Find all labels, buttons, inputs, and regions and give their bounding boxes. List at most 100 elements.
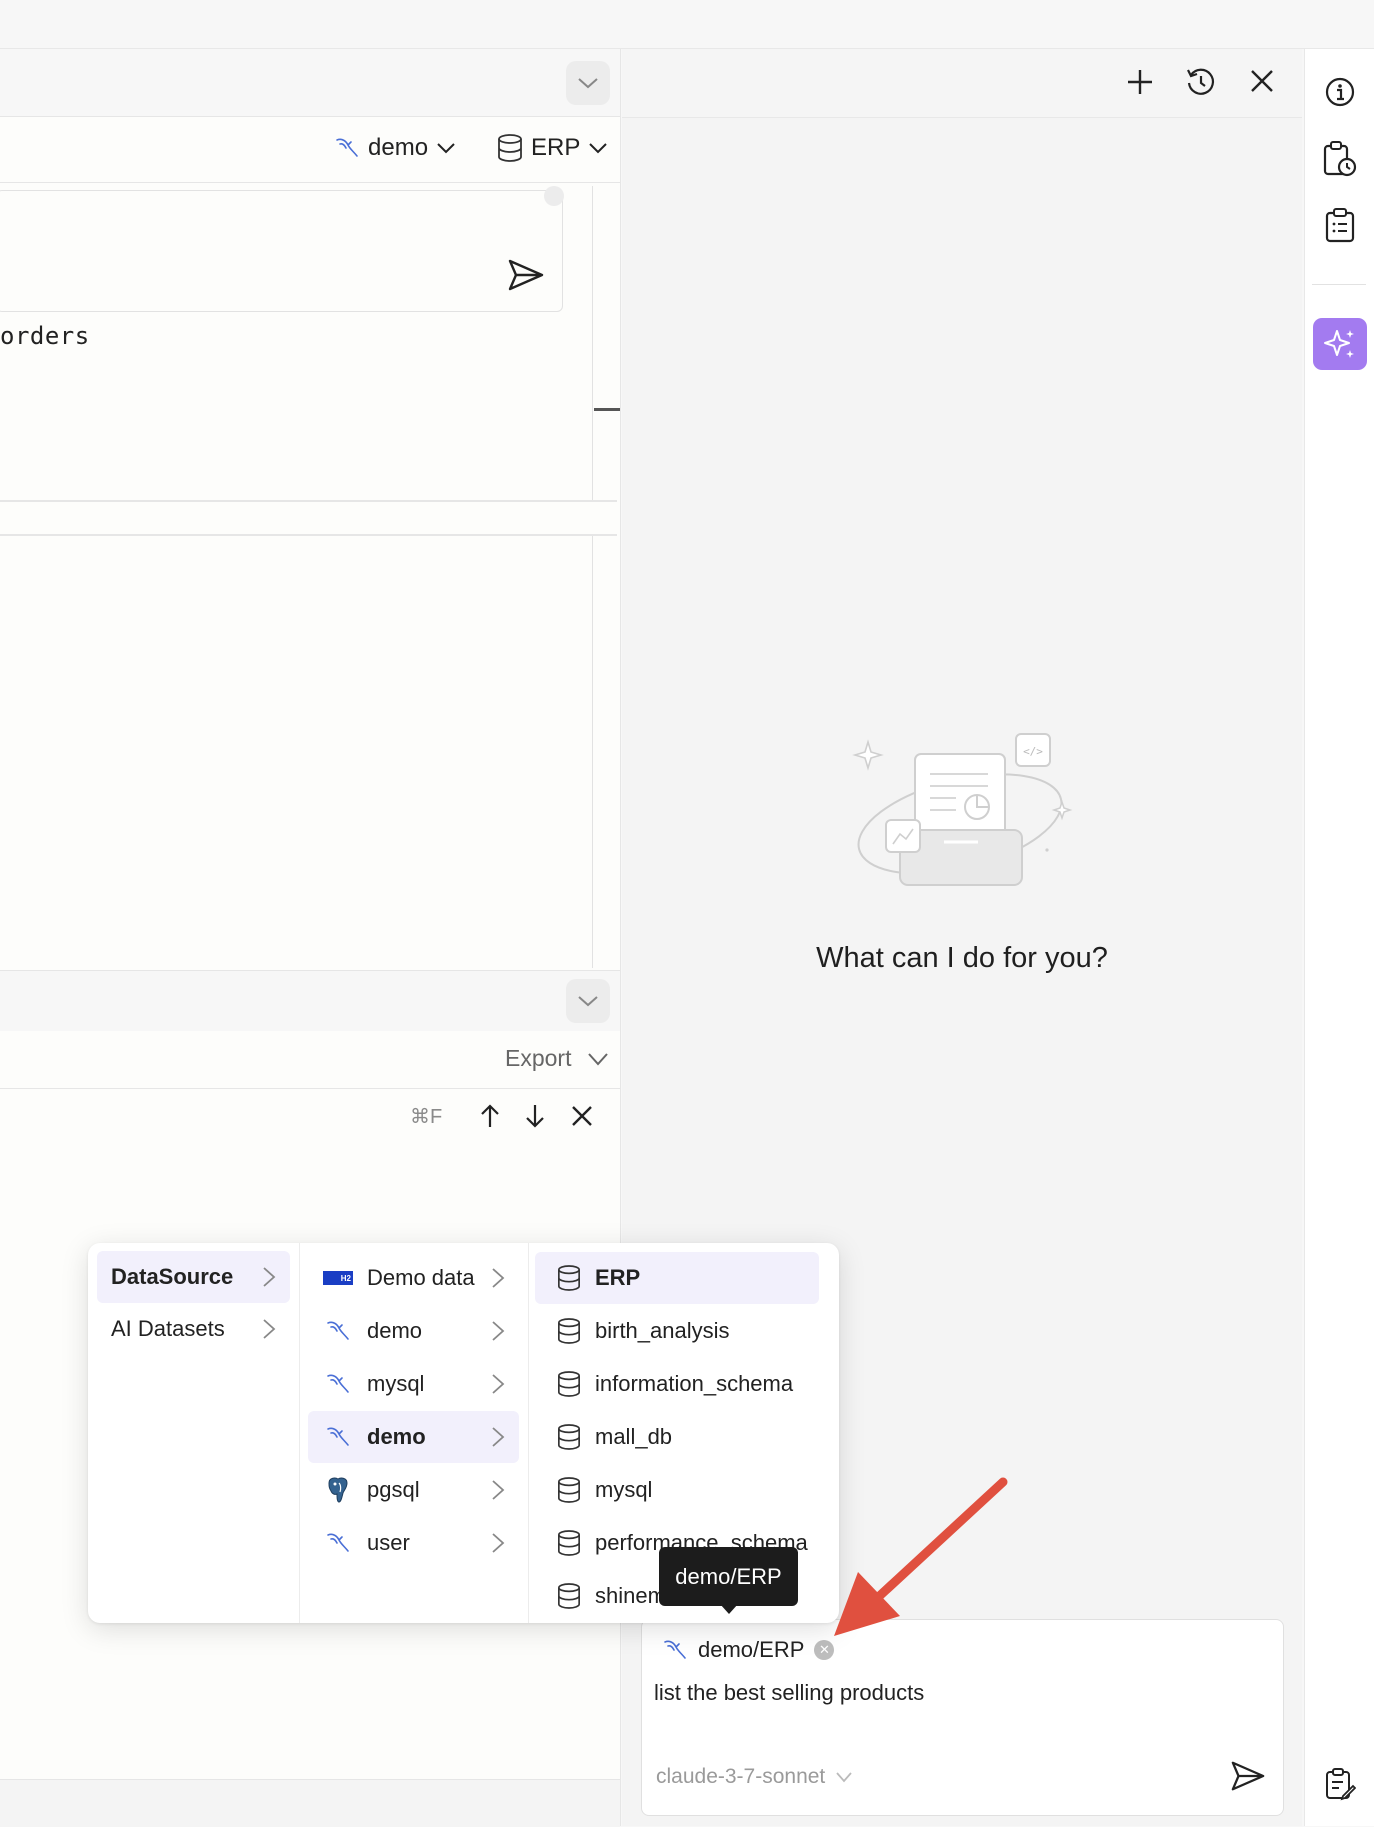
chat-input-text[interactable]: list the best selling products — [654, 1680, 924, 1706]
mysql-icon — [336, 138, 358, 157]
context-tooltip: demo/ERP — [659, 1547, 798, 1606]
dropdown-item-label: mysql — [595, 1477, 653, 1502]
database-icon — [558, 1583, 580, 1609]
send-button[interactable] — [507, 258, 545, 292]
database-icon — [558, 1530, 580, 1556]
search-shortcut-hint: ⌘F — [410, 1106, 443, 1128]
dropdown-item-label: demo — [367, 1318, 423, 1343]
chevron-right-icon — [492, 1427, 505, 1447]
editor-collapse-button[interactable] — [566, 61, 610, 105]
clipboard-clock-icon — [1323, 141, 1357, 177]
editor-splitter[interactable] — [0, 500, 617, 536]
rail-divider — [1312, 284, 1366, 285]
chevron-down-icon — [578, 996, 598, 1007]
results-collapse-button[interactable] — [566, 979, 610, 1023]
history-button[interactable] — [1185, 66, 1217, 98]
postgres-icon — [328, 1477, 348, 1503]
arrow-down-icon — [526, 1105, 544, 1128]
sparkles-icon — [1324, 330, 1354, 358]
dropdown-item-label: information_schema — [595, 1371, 794, 1396]
database-icon — [558, 1318, 580, 1344]
datasource-item-demo-selected[interactable]: demo — [308, 1411, 519, 1463]
results-toolbar — [0, 970, 620, 1033]
query-history-button[interactable] — [1322, 140, 1358, 178]
export-dropdown[interactable]: Export — [505, 1045, 609, 1072]
close-icon — [1251, 70, 1273, 92]
editor-scroll-marker[interactable] — [594, 408, 620, 411]
chevron-down-icon — [588, 1052, 609, 1065]
search-close-button[interactable] — [571, 1105, 593, 1127]
search-next-button[interactable] — [524, 1103, 546, 1129]
mysql-icon — [664, 1640, 686, 1659]
mysql-icon — [327, 1321, 349, 1340]
chevron-right-icon — [263, 1267, 276, 1287]
ai-assistant-button[interactable] — [1313, 318, 1367, 370]
close-icon — [572, 1106, 592, 1126]
saved-queries-button[interactable] — [1324, 207, 1356, 243]
database-item-birth-analysis[interactable]: birth_analysis — [535, 1305, 819, 1357]
clear-icon[interactable] — [544, 186, 564, 206]
datasource-selector[interactable]: demo — [334, 134, 456, 162]
chevron-down-icon — [589, 143, 608, 154]
chat-send-button[interactable] — [1230, 1759, 1266, 1793]
new-chat-button[interactable] — [1126, 68, 1154, 96]
datasource-item-demo[interactable]: demo — [308, 1305, 519, 1357]
chevron-right-icon — [492, 1321, 505, 1341]
chevron-right-icon — [492, 1374, 505, 1394]
search-prev-button[interactable] — [479, 1103, 501, 1129]
mysql-icon — [327, 1374, 349, 1393]
datasource-item-pgsql[interactable]: pgsql — [308, 1464, 519, 1516]
arrow-up-icon — [481, 1104, 499, 1127]
send-icon — [508, 259, 544, 291]
export-label: Export — [505, 1045, 572, 1071]
dropdown-item-ai-datasets[interactable]: AI Datasets — [97, 1303, 290, 1355]
h2-icon: H2 — [323, 1271, 353, 1285]
dropdown-item-label: birth_analysis — [595, 1318, 730, 1343]
model-selector[interactable]: claude-3-7-sonnet — [656, 1765, 853, 1789]
chevron-right-icon — [492, 1533, 505, 1553]
datasource-item-mysql[interactable]: mysql — [308, 1358, 519, 1410]
clipboard-list-icon — [1325, 208, 1355, 243]
mysql-icon — [327, 1427, 349, 1446]
sql-code-line[interactable]: orders — [0, 322, 90, 350]
plus-icon — [1128, 70, 1152, 94]
empty-state-prompt: What can I do for you? — [816, 942, 1108, 974]
dropdown-item-label: demo — [367, 1424, 426, 1449]
database-icon — [558, 1371, 580, 1397]
database-item-erp[interactable]: ERP — [535, 1252, 819, 1304]
close-assistant-button[interactable] — [1250, 69, 1274, 93]
database-selector[interactable]: ERP — [497, 134, 608, 162]
database-item-mysql[interactable]: mysql — [535, 1464, 819, 1516]
info-icon — [1325, 77, 1355, 107]
datasource-item-demo-data[interactable]: H2 Demo data — [308, 1252, 519, 1304]
sql-prompt-box[interactable] — [0, 190, 563, 312]
chevron-down-icon — [578, 78, 598, 89]
editor-scrollbar-track — [592, 186, 593, 968]
database-icon — [558, 1477, 580, 1503]
database-item-information-schema[interactable]: information_schema — [535, 1358, 819, 1410]
annotation-arrow-icon — [818, 1472, 1018, 1644]
dropdown-item-label: DataSource — [111, 1264, 234, 1289]
svg-text:</>: </> — [1023, 745, 1043, 758]
chevron-right-icon — [492, 1268, 505, 1288]
right-rail — [1304, 49, 1374, 1826]
database-item-mall-db[interactable]: mall_db — [535, 1411, 819, 1463]
send-icon — [1231, 1761, 1265, 1791]
info-button[interactable] — [1324, 76, 1356, 108]
dropdown-item-label: AI Datasets — [111, 1316, 225, 1341]
chevron-down-icon — [836, 1772, 852, 1783]
tooltip-pointer — [720, 1604, 738, 1614]
model-label: claude-3-7-sonnet — [656, 1765, 826, 1788]
notes-button[interactable] — [1324, 1767, 1356, 1801]
dropdown-item-datasource[interactable]: DataSource — [97, 1251, 290, 1303]
dropdown-item-label: ERP — [595, 1265, 641, 1290]
datasource-item-user[interactable]: user — [308, 1517, 519, 1569]
dropdown-category-column: DataSource AI Datasets — [88, 1243, 300, 1623]
datasource-label: demo — [368, 134, 429, 161]
database-icon — [558, 1265, 580, 1291]
context-chip[interactable]: demo/ERP ✕ — [662, 1637, 835, 1663]
editor-status-bar — [0, 1779, 620, 1827]
dropdown-item-label: pgsql — [367, 1477, 420, 1502]
mysql-icon — [327, 1533, 349, 1552]
context-chip-label: demo/ERP — [698, 1637, 805, 1662]
